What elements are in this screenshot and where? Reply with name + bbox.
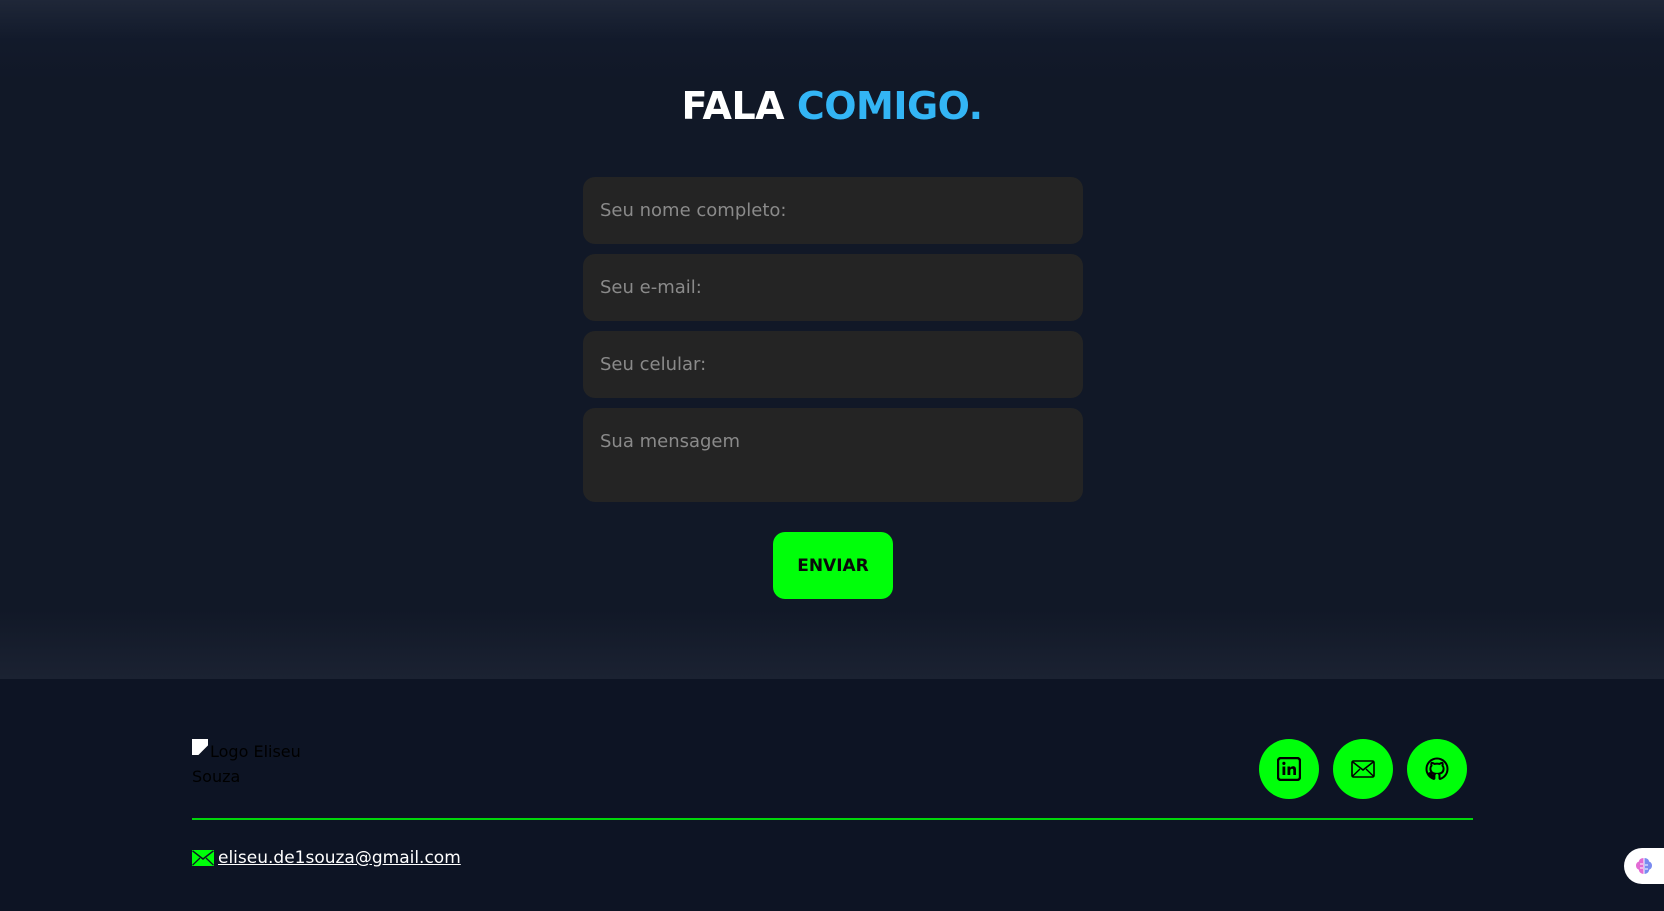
phone-input[interactable] bbox=[598, 353, 1068, 376]
footer-email-link[interactable]: eliseu.de1souza@gmail.com bbox=[218, 848, 461, 868]
contact-section: FALA COMIGO. ENVIAR bbox=[0, 0, 1664, 679]
mail-icon bbox=[1351, 760, 1375, 778]
name-field[interactable] bbox=[583, 177, 1083, 244]
email-field[interactable] bbox=[583, 254, 1083, 321]
floating-widget-button[interactable] bbox=[1624, 848, 1664, 884]
footer-divider bbox=[192, 818, 1473, 820]
brain-icon bbox=[1636, 858, 1652, 874]
logo-alt-text: Logo Eliseu Souza bbox=[192, 742, 301, 786]
contact-title: FALA COMIGO. bbox=[0, 84, 1664, 128]
mail-icon bbox=[192, 850, 214, 866]
name-input[interactable] bbox=[598, 199, 1068, 222]
title-accent-text: COMIGO. bbox=[796, 84, 983, 128]
footer-email-row: eliseu.de1souza@gmail.com bbox=[192, 848, 461, 868]
title-white-text: FALA bbox=[681, 84, 785, 128]
email-input[interactable] bbox=[598, 276, 1068, 299]
github-icon bbox=[1425, 757, 1449, 780]
github-button[interactable] bbox=[1407, 739, 1467, 799]
footer bbox=[0, 679, 1664, 911]
phone-field[interactable] bbox=[583, 331, 1083, 398]
message-field[interactable] bbox=[583, 408, 1083, 502]
email-button[interactable] bbox=[1333, 739, 1393, 799]
linkedin-icon bbox=[1277, 757, 1301, 781]
footer-logo[interactable]: Logo Eliseu Souza bbox=[192, 739, 302, 789]
message-textarea[interactable] bbox=[598, 429, 1068, 493]
linkedin-button[interactable] bbox=[1259, 739, 1319, 799]
submit-button[interactable]: ENVIAR bbox=[773, 532, 893, 599]
